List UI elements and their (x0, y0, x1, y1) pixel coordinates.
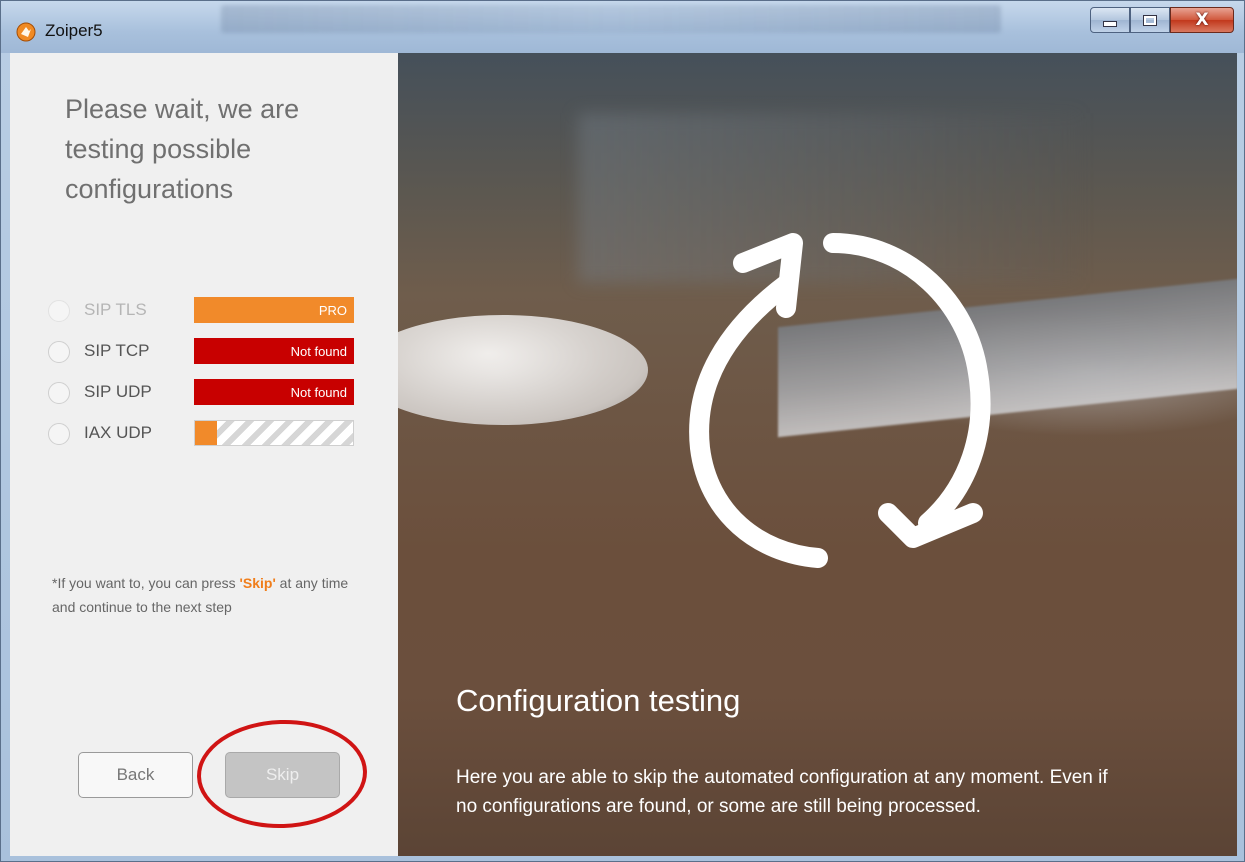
window-controls: X (1090, 7, 1234, 33)
red-highlight-circle (195, 717, 369, 831)
zoiper-app-icon (16, 22, 36, 42)
hint-prefix: *If you want to, you can press (52, 575, 240, 591)
refresh-cycle-icon (689, 233, 991, 568)
status-badge-not-found: Not found (194, 379, 354, 405)
minimize-button[interactable] (1090, 7, 1130, 33)
hint-skip-word: 'Skip' (239, 575, 276, 591)
page-heading: Please wait, we are testing possible con… (65, 89, 385, 209)
background-mouse (398, 315, 648, 425)
protocol-row-sip-tls: SIP TLS PRO (48, 297, 368, 327)
protocol-radio[interactable] (48, 382, 70, 404)
protocol-label: SIP TLS (84, 300, 147, 319)
right-panel: Configuration testing Here you are able … (398, 53, 1237, 856)
protocol-row-sip-tcp: SIP TCP Not found (48, 338, 368, 368)
skip-hint: *If you want to, you can press 'Skip' at… (52, 571, 372, 619)
section-title: Configuration testing (456, 683, 741, 718)
section-description: Here you are able to skip the automated … (456, 767, 1108, 817)
heading-line: configurations (65, 174, 234, 204)
close-button[interactable]: X (1170, 7, 1234, 33)
zoiper-window: Zoiper5 X Please wait, we are testing po… (0, 0, 1245, 862)
status-text: Not found (290, 343, 347, 359)
status-text: Not found (290, 384, 347, 400)
protocol-row-iax-udp: IAX UDP (48, 420, 368, 450)
protocol-radio[interactable] (48, 341, 70, 363)
left-panel: Please wait, we are testing possible con… (10, 53, 398, 856)
status-badge-pro: PRO (194, 297, 354, 323)
protocol-label: SIP UDP (84, 382, 152, 401)
protocol-radio[interactable] (48, 423, 70, 445)
back-button[interactable]: Back (78, 752, 193, 798)
status-badge-not-found: Not found (194, 338, 354, 364)
protocol-radio[interactable] (48, 300, 70, 322)
progress-fill (195, 421, 218, 445)
testing-progress-bar (194, 420, 354, 446)
heading-line: testing possible (65, 134, 252, 164)
minimize-icon (1103, 21, 1117, 27)
protocol-label: SIP TCP (84, 341, 150, 360)
maximize-button[interactable] (1130, 7, 1170, 33)
maximize-icon (1143, 14, 1157, 26)
window-title: Zoiper5 (45, 21, 103, 40)
protocol-row-sip-udp: SIP UDP Not found (48, 379, 368, 409)
background-window-blur (221, 5, 1001, 33)
status-text: PRO (318, 302, 347, 318)
title-bar[interactable]: Zoiper5 X (1, 1, 1244, 53)
close-icon: X (1195, 10, 1209, 30)
protocol-label: IAX UDP (84, 423, 153, 442)
heading-line: Please wait, we are (65, 94, 300, 124)
